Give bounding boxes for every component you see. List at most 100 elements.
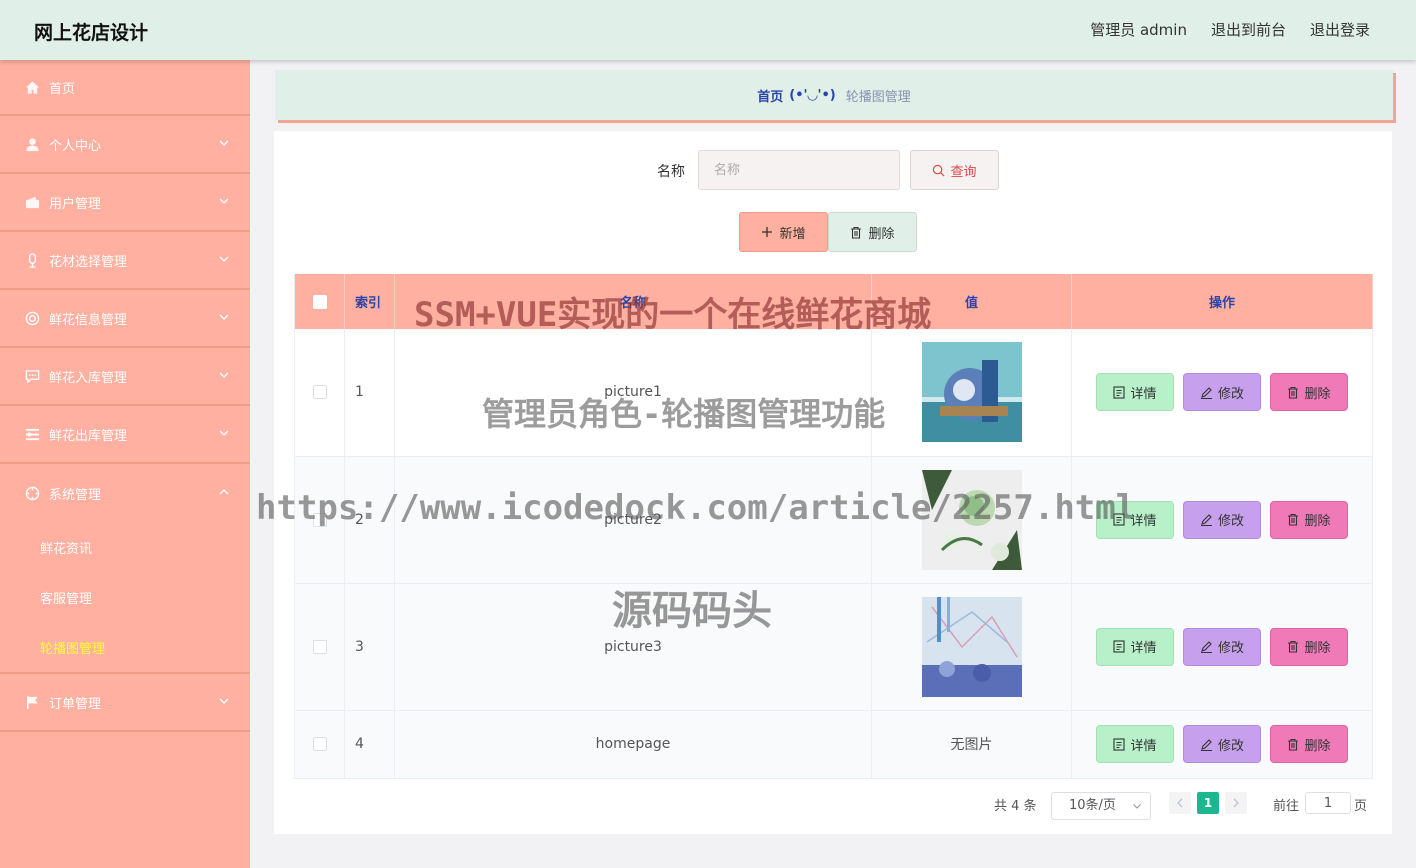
carousel-image-thumbnail[interactable] [921,596,1022,697]
home-icon [24,79,40,95]
submenu-item-service[interactable]: 客服管理 [0,572,250,622]
delete-label: 删除 [1304,641,1331,656]
edit-button[interactable]: 修改 [1183,627,1261,666]
chevron-down-icon [219,372,229,378]
page-size-value: 10条/页 [1069,798,1116,813]
row-checkbox[interactable] [312,512,327,527]
chevron-down-icon [219,314,229,320]
breadcrumb-current: 轮播图管理 [845,89,911,105]
list-icon [24,426,40,442]
carousel-image-thumbnail[interactable] [921,342,1022,443]
brand-title: 网上花店设计 [34,22,149,44]
chevron-down-icon [219,140,229,146]
delete-label: 删除 [1304,514,1331,529]
sidebar-item-profile[interactable]: 个人中心 [0,116,250,174]
edit-button[interactable]: 修改 [1183,500,1261,539]
row-actions: 详情 修改 删除 [1071,456,1373,584]
sidebar-item-label: 鲜花入库管理 [49,370,128,386]
edit-button[interactable]: 修改 [1183,373,1261,412]
row-actions: 详情 修改 删除 [1071,583,1373,711]
settings-icon [24,485,40,501]
trash-icon [1288,513,1299,526]
search-button[interactable]: 查询 [910,150,999,190]
row-actions: 详情 修改 删除 [1071,329,1373,457]
edit-label: 修改 [1217,738,1244,754]
row-index: 2 [344,456,395,584]
exit-to-front-link[interactable]: 退出到前台 [1211,19,1286,40]
select-all-cell [294,274,345,329]
chevron-up-icon [219,489,229,495]
detail-label: 详情 [1130,386,1157,402]
delete-button[interactable]: 删除 [1270,627,1348,666]
pencil-icon [1200,386,1212,399]
select-all-checkbox[interactable] [312,294,327,309]
header-actions: 操作 [1071,274,1373,329]
detail-button[interactable]: 详情 [1096,500,1174,539]
row-select-cell [294,329,345,457]
row-checkbox[interactable] [312,737,327,751]
submenu-item-news[interactable]: 鲜花资讯 [0,522,250,572]
breadcrumb-separator: (•'◡'•) [789,87,836,103]
detail-label: 详情 [1130,641,1157,656]
prev-page-button[interactable] [1169,792,1191,814]
submenu-item-carousel[interactable]: 轮播图管理 [0,622,250,672]
document-icon [1113,737,1126,751]
sidebar-item-label: 首页 [49,81,76,97]
detail-button[interactable]: 详情 [1096,373,1174,412]
user-icon [24,136,40,152]
detail-button[interactable]: 详情 [1096,725,1174,763]
edit-label: 修改 [1217,386,1244,402]
sidebar-item-orders[interactable]: 订单管理 [0,674,250,732]
row-checkbox[interactable] [312,639,327,654]
sidebar-item-label: 鲜花信息管理 [49,312,128,328]
search-input[interactable] [698,150,900,190]
next-page-button[interactable] [1225,792,1247,814]
detail-label: 详情 [1130,514,1157,529]
sidebar-item-flower-info[interactable]: 鲜花信息管理 [0,290,250,348]
table-row: 2 picture2 详情 修改 删除 [294,456,1373,584]
row-value [871,329,1072,457]
document-icon [1113,640,1126,653]
mic-icon [24,252,40,268]
row-index: 1 [344,329,395,457]
delete-button[interactable]: 删除 [1270,725,1348,763]
header-value: 值 [871,274,1072,329]
sidebar: 首页 个人中心 用户管理 花材选择管理 鲜花信息管理 鲜花入库管理 鲜花出库管理… [0,60,250,868]
sidebar-item-stock-in[interactable]: 鲜花入库管理 [0,348,250,406]
detail-button[interactable]: 详情 [1096,627,1174,666]
sidebar-item-home[interactable]: 首页 [0,60,250,116]
chevron-down-icon [219,198,229,204]
row-actions: 详情 修改 删除 [1071,710,1373,779]
page-number-current[interactable]: 1 [1197,792,1219,814]
delete-button[interactable]: 删除 [1270,373,1348,412]
table-row: 3 picture3 详情 修改 删除 [294,583,1373,711]
page-size-select[interactable]: 10条/页 [1051,792,1151,820]
batch-delete-button[interactable]: 删除 [828,212,917,252]
row-select-cell [294,583,345,711]
goto-page-input[interactable] [1305,792,1351,814]
row-index: 4 [344,710,395,779]
sidebar-item-system[interactable]: 系统管理 [0,464,250,522]
edit-label: 修改 [1217,641,1244,656]
breadcrumb-home[interactable]: 首页 [757,86,783,105]
row-value [871,456,1072,584]
sidebar-item-label: 系统管理 [49,487,102,503]
edit-button[interactable]: 修改 [1183,725,1261,763]
system-submenu: 鲜花资讯 客服管理 轮播图管理 [0,522,250,674]
row-value [871,583,1072,711]
sidebar-item-stock-out[interactable]: 鲜花出库管理 [0,406,250,464]
delete-button[interactable]: 删除 [1270,500,1348,539]
carousel-table: 索引 名称 值 操作 1 picture1 详情 修改 删除 2 picture… [294,274,1373,779]
add-button[interactable]: 新增 [739,212,828,252]
sidebar-item-material[interactable]: 花材选择管理 [0,232,250,290]
row-value: 无图片 [871,710,1072,779]
chevron-left-icon [1177,798,1183,808]
carousel-image-thumbnail[interactable] [921,469,1022,570]
logout-link[interactable]: 退出登录 [1310,19,1370,40]
row-checkbox[interactable] [312,385,327,400]
table-row: 4 homepage 无图片 详情 修改 删除 [294,710,1373,779]
sidebar-item-users[interactable]: 用户管理 [0,174,250,232]
top-header: 网上花店设计 管理员 admin 退出到前台 退出登录 [0,0,1416,60]
header-index: 索引 [344,274,395,329]
chevron-right-icon [1233,798,1239,808]
